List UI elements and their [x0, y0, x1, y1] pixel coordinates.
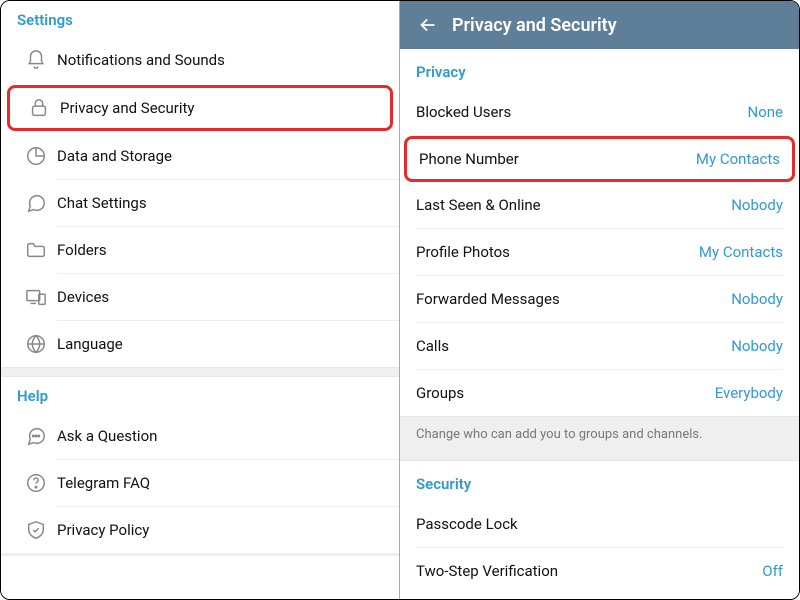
- row-key: Profile Photos: [416, 243, 510, 261]
- privacy-security-panel: Privacy and Security Privacy Blocked Use…: [400, 1, 799, 599]
- settings-list: Notifications and Sounds Privacy and Sec…: [1, 37, 399, 367]
- help-item-ask-question[interactable]: Ask a Question: [1, 413, 399, 459]
- settings-item-label: Devices: [57, 288, 385, 306]
- settings-item-devices[interactable]: Devices: [1, 274, 399, 320]
- arrow-left-icon: [417, 14, 439, 36]
- row-key: Two-Step Verification: [416, 562, 558, 580]
- privacy-row-calls[interactable]: Calls Nobody: [400, 323, 799, 369]
- pie-chart-icon: [15, 145, 57, 167]
- privacy-row-forwarded-messages[interactable]: Forwarded Messages Nobody: [400, 276, 799, 322]
- settings-item-label: Chat Settings: [57, 194, 385, 212]
- topbar: Privacy and Security: [400, 1, 799, 49]
- back-button[interactable]: [410, 14, 446, 36]
- groups-note: Change who can add you to groups and cha…: [400, 416, 799, 461]
- settings-item-data-storage[interactable]: Data and Storage: [1, 133, 399, 179]
- privacy-row-phone-number[interactable]: Phone Number My Contacts: [407, 139, 792, 179]
- privacy-row-last-seen[interactable]: Last Seen & Online Nobody: [400, 182, 799, 228]
- settings-item-label: Data and Storage: [57, 147, 385, 165]
- help-item-privacy-policy[interactable]: Privacy Policy: [1, 507, 399, 553]
- row-value: Everybody: [715, 384, 783, 402]
- question-circle-icon: [15, 472, 57, 494]
- help-item-faq[interactable]: Telegram FAQ: [1, 460, 399, 506]
- devices-icon: [15, 286, 57, 308]
- row-key: Passcode Lock: [416, 515, 518, 533]
- privacy-row-profile-photos[interactable]: Profile Photos My Contacts: [400, 229, 799, 275]
- settings-header: Settings: [1, 1, 399, 37]
- highlighted-row: Phone Number My Contacts: [404, 136, 795, 182]
- row-key: Last Seen & Online: [416, 196, 541, 214]
- row-key: Groups: [416, 384, 464, 402]
- security-row-passcode-lock[interactable]: Passcode Lock: [400, 501, 799, 547]
- row-key: Forwarded Messages: [416, 290, 560, 308]
- privacy-header: Privacy: [400, 49, 799, 89]
- row-value: Nobody: [731, 290, 783, 308]
- settings-item-label: Notifications and Sounds: [57, 51, 385, 69]
- lock-icon: [18, 97, 60, 119]
- settings-item-folders[interactable]: Folders: [1, 227, 399, 273]
- privacy-row-groups[interactable]: Groups Everybody: [400, 370, 799, 416]
- shield-check-icon: [15, 519, 57, 541]
- privacy-row-blocked-users[interactable]: Blocked Users None: [400, 89, 799, 135]
- row-value: My Contacts: [699, 243, 783, 261]
- chat-ellipsis-icon: [15, 425, 57, 447]
- bell-icon: [15, 49, 57, 71]
- security-header: Security: [400, 461, 799, 501]
- settings-item-chat-settings[interactable]: Chat Settings: [1, 180, 399, 226]
- row-key: Phone Number: [419, 150, 519, 168]
- help-item-label: Ask a Question: [57, 427, 385, 445]
- row-key: Calls: [416, 337, 449, 355]
- help-header: Help: [1, 377, 399, 413]
- security-row-two-step[interactable]: Two-Step Verification Off: [400, 548, 799, 594]
- globe-icon: [15, 333, 57, 355]
- screenshot-container: Settings Notifications and Sounds Privac…: [0, 0, 800, 600]
- chat-bubble-icon: [15, 192, 57, 214]
- settings-item-language[interactable]: Language: [1, 321, 399, 367]
- help-item-label: Privacy Policy: [57, 521, 385, 539]
- folder-icon: [15, 239, 57, 261]
- row-value: My Contacts: [696, 150, 780, 168]
- topbar-title: Privacy and Security: [452, 15, 617, 36]
- help-item-label: Telegram FAQ: [57, 474, 385, 492]
- row-value: Nobody: [731, 337, 783, 355]
- settings-item-label: Language: [57, 335, 385, 353]
- settings-panel: Settings Notifications and Sounds Privac…: [1, 1, 400, 599]
- section-divider: [1, 553, 399, 556]
- settings-item-notifications[interactable]: Notifications and Sounds: [1, 37, 399, 83]
- row-value: None: [748, 103, 784, 121]
- settings-item-label: Folders: [57, 241, 385, 259]
- section-divider: [1, 367, 399, 377]
- settings-item-label: Privacy and Security: [60, 99, 382, 117]
- row-value: Off: [762, 562, 783, 580]
- row-key: Blocked Users: [416, 103, 511, 121]
- settings-item-privacy-security[interactable]: Privacy and Security: [7, 85, 393, 131]
- row-value: Nobody: [731, 196, 783, 214]
